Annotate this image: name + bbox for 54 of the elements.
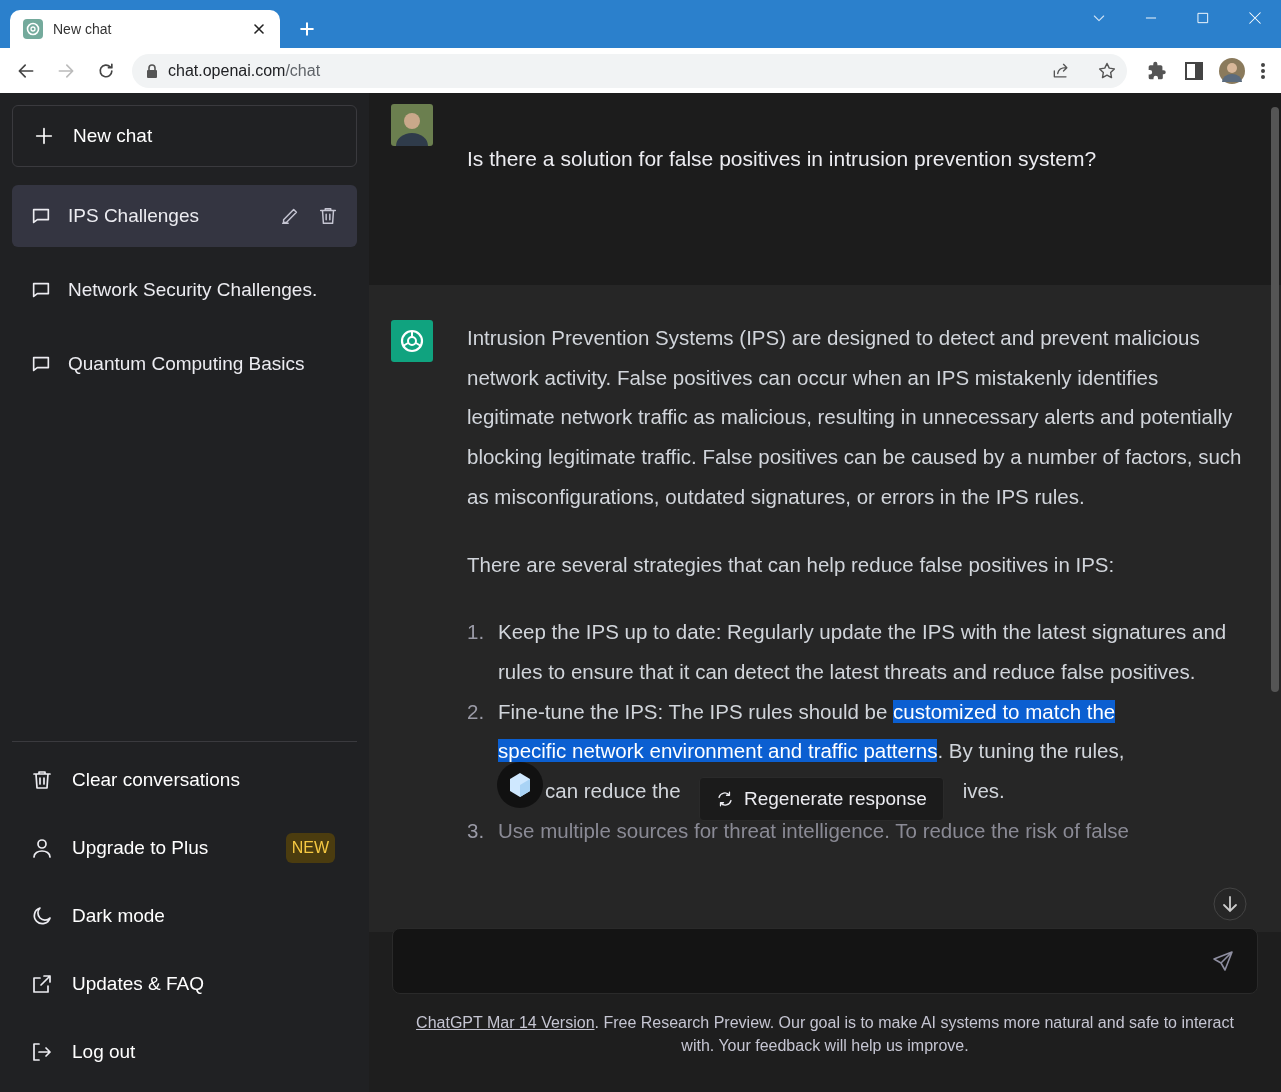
- menu-item[interactable]: Updates & FAQ: [12, 950, 357, 1018]
- moon-icon: [30, 904, 54, 928]
- conversation-item[interactable]: Quantum Computing Basics: [12, 333, 357, 395]
- delete-icon[interactable]: [317, 205, 339, 227]
- conversation-title: Quantum Computing Basics: [68, 351, 306, 376]
- conversation-title: Network Security Challenges.: [68, 277, 319, 302]
- list-number: 3.: [467, 817, 486, 844]
- log-out-icon: [30, 1040, 54, 1064]
- menu-item[interactable]: Log out: [12, 1018, 357, 1086]
- menu-item[interactable]: Dark mode: [12, 882, 357, 950]
- message-input[interactable]: [392, 928, 1258, 994]
- user-avatar-icon: [391, 104, 433, 146]
- conversation-title: IPS Challenges: [68, 203, 200, 228]
- plus-icon: [33, 125, 55, 147]
- puzzle-icon[interactable]: [1147, 60, 1167, 81]
- tab-title: New chat: [53, 19, 113, 39]
- list-number: 2.: [467, 698, 486, 725]
- list-item-text-fragment: can reduce the: [545, 778, 681, 805]
- conversation-item[interactable]: Network Security Challenges.: [12, 259, 357, 321]
- new-tab-icon[interactable]: [297, 19, 317, 39]
- external-link-icon: [30, 972, 54, 996]
- close-icon[interactable]: [251, 21, 267, 37]
- footer-note: ChatGPT Mar 14 Version. Free Research Preview. Our goal is to make AI systems more natural and safe to interact with. Your feedback will help us improve.: [415, 1013, 1235, 1056]
- side-panel-icon[interactable]: [1185, 61, 1203, 80]
- hexagon-icon: [508, 772, 532, 799]
- url-text: chat.openai.com/chat: [168, 60, 322, 81]
- regenerate-response-button[interactable]: Regenerate response: [699, 777, 944, 822]
- scrollbar-thumb[interactable]: [1271, 107, 1279, 692]
- list-item-text-fragment: ives.: [962, 778, 1005, 805]
- openai-favicon: [23, 19, 43, 39]
- new-chat-button[interactable]: New chat: [12, 105, 357, 167]
- answer-paragraph: Intrusion Prevention Systems (IPS) are designed to detect and prevent malicious network activity. False positives can occur when an IPS mistakenly identifies legitimate network traffic as malicious, resulting in unnecessary alerts and potentially blocking legitimate traffic. False positives can be caused by a number of factors, such as misconfigurations, outdated signatures, or errors in the IPS rules.: [467, 325, 1243, 510]
- list-item-text: Keep the IPS up to date: Regularly update the IPS with the latest signatures and rules to ensure that it can detect the latest threats and reduce false positives.: [498, 619, 1228, 685]
- send-icon[interactable]: [1211, 949, 1235, 973]
- scroll-down-button[interactable]: [1213, 887, 1247, 921]
- menu-item[interactable]: Clear conversations: [12, 746, 357, 814]
- user-icon: [30, 836, 54, 860]
- address-bar[interactable]: chat.openai.com/chat: [132, 53, 1127, 88]
- user-message: Is there a solution for false positives in intrusion prevention system?: [467, 146, 1097, 172]
- lock-icon: [146, 63, 158, 78]
- menu-item[interactable]: Upgrade to Plus NEW: [12, 814, 357, 882]
- refresh-icon: [716, 790, 734, 809]
- trash-icon: [30, 768, 54, 792]
- version-link[interactable]: ChatGPT Mar 14 Version: [416, 1014, 595, 1031]
- conversation-item[interactable]: IPS Challenges: [12, 185, 357, 247]
- star-icon[interactable]: [1097, 60, 1117, 81]
- list-number: 1.: [467, 619, 486, 646]
- profile-avatar-icon[interactable]: [1219, 57, 1245, 84]
- openai-logo-icon: [391, 320, 433, 362]
- extension-button[interactable]: [497, 762, 543, 809]
- new-badge: NEW: [285, 833, 335, 863]
- browser-tab[interactable]: New chat: [10, 10, 280, 48]
- answer-paragraph: There are several strategies that can help reduce false positives in IPS:: [467, 551, 1116, 578]
- more-icon[interactable]: [1261, 62, 1265, 79]
